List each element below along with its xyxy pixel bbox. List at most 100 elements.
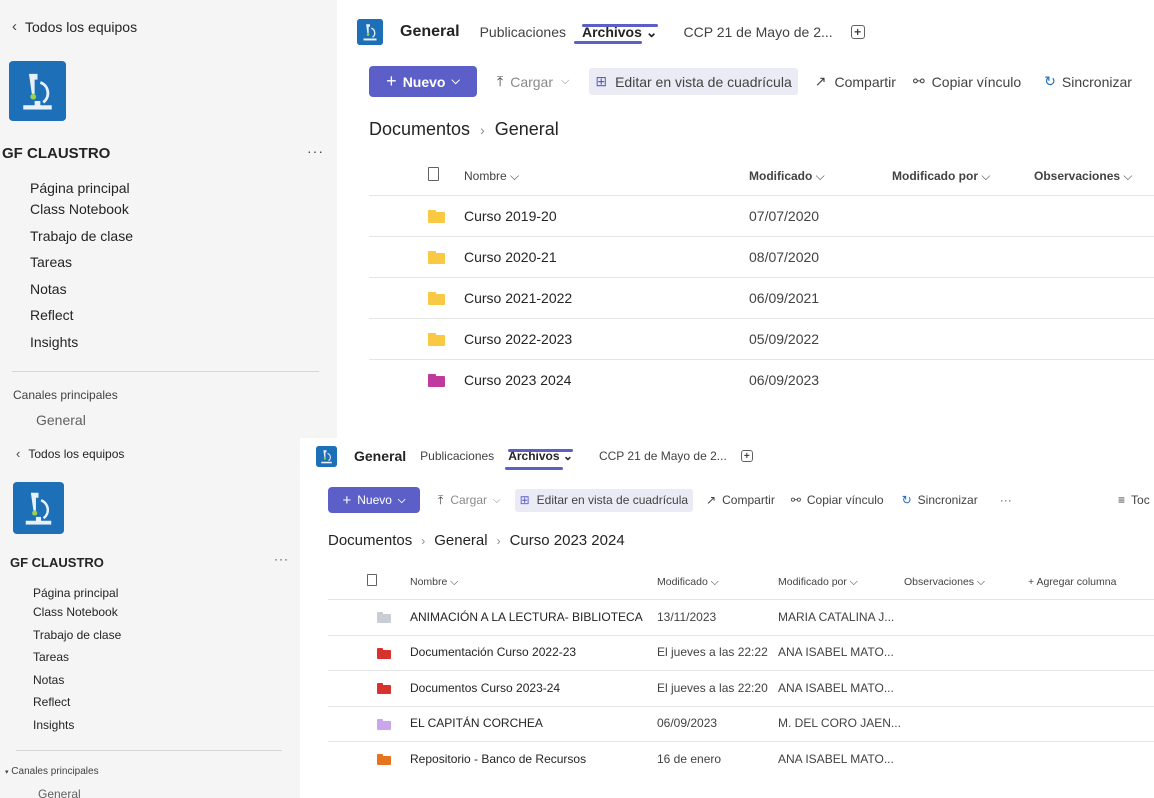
tab-archivos[interactable]: Archivos ⌄ [508,449,573,463]
file-name[interactable]: Repositorio - Banco de Recursos [410,752,586,766]
new-button[interactable]: + Nuevo ⌵ [328,487,420,513]
channels-header[interactable]: ▾ Canales principales [5,766,99,777]
tab-publicaciones[interactable]: Publicaciones [420,449,494,463]
upload-button[interactable]: ⤒ Cargar ⌵ [497,73,569,90]
file-name[interactable]: Curso 2021-2022 [464,290,572,306]
col-modificado[interactable]: Modificado ⌵ [749,169,825,184]
folder-icon [377,612,391,624]
add-column-button[interactable]: + Agregar columna [1028,576,1116,588]
table-row[interactable]: Curso 2023 2024 06/09/2023 [369,359,1154,400]
tab-ccp[interactable]: CCP 21 de Mayo de 2... [599,449,727,463]
channel-title: General [354,448,407,464]
folder-icon [428,333,445,346]
file-name[interactable]: Curso 2023 2024 [464,372,571,388]
table-row[interactable]: Curso 2022-2023 05/09/2022 [369,318,1154,359]
grid-edit-button[interactable]: ⊞ Editar en vista de cuadrícula [589,68,798,95]
file-name[interactable]: Curso 2019-20 [464,208,557,224]
chevron-down-icon: ⌵ [561,75,570,87]
upload-button[interactable]: ⤒ Cargar ⌵ [438,493,501,508]
modified-by: M. DEL CORO JAEN... [778,716,901,731]
channel-general[interactable]: General [38,787,81,798]
table-row[interactable]: Curso 2020-21 08/07/2020 [369,236,1154,277]
back-label: Todos los equipos [25,18,138,35]
breadcrumb-documentos[interactable]: Documentos [369,119,470,140]
sidebar-item-class-notebook[interactable]: Class Notebook [30,200,133,227]
tab-publicaciones[interactable]: Publicaciones [480,24,566,40]
share-button[interactable]: ↗ Compartir [706,493,775,507]
sidebar-item-trabajo-de-clase[interactable]: Trabajo de clase [33,627,121,649]
col-observaciones[interactable]: Observaciones ⌵ [1034,169,1133,184]
channel-general[interactable]: General [36,412,86,428]
grid-icon: ⊞ [595,73,608,89]
folder-icon [377,683,391,695]
file-name[interactable]: Curso 2022-2023 [464,331,572,347]
sidebar-item-tareas[interactable]: Tareas [33,649,121,672]
more-actions-icon[interactable]: ··· [1000,493,1012,507]
breadcrumb-general[interactable]: General [495,119,559,140]
sidebar-item-insights[interactable]: Insights [30,333,133,360]
share-button[interactable]: ↗ Compartir [815,73,896,90]
sync-button[interactable]: ↻ Sincronizar [902,493,978,507]
file-name[interactable]: Documentación Curso 2022-23 [410,645,576,659]
view-options-button[interactable]: ≡ Toc [1118,493,1150,507]
col-nombre[interactable]: Nombre ⌵ [464,169,519,184]
modified-date: 06/09/2021 [749,289,820,306]
bottom-command-bar: + Nuevo ⌵ ⤒ Cargar ⌵ ⊞ Editar en vista d… [328,487,1012,513]
sidebar-item-notas[interactable]: Notas [33,672,121,694]
copy-link-button[interactable]: ⚯ Copiar vínculo [791,493,884,507]
folder-icon [377,647,391,659]
modified-by: ANA ISABEL MATO... [778,645,894,660]
active-tab-indicator [505,467,563,470]
sidebar-item-insights[interactable]: Insights [33,717,121,740]
sidebar-item-class-notebook[interactable]: Class Notebook [33,604,121,627]
add-tab-icon[interactable]: + [850,25,865,39]
breadcrumb-curso[interactable]: Curso 2023 2024 [510,532,625,549]
sidebar-item-reflect[interactable]: Reflect [33,694,121,717]
back-to-teams[interactable]: ‹ Todos los equipos [16,446,124,461]
folder-icon [428,210,445,223]
sidebar-item-notas[interactable]: Notas [30,280,133,306]
breadcrumb-documentos[interactable]: Documentos [328,532,412,549]
new-button[interactable]: + Nuevo ⌵ [369,66,477,97]
table-row[interactable]: Curso 2021-2022 06/09/2021 [369,277,1154,318]
file-icon [367,574,377,586]
tab-archivos[interactable]: Archivos ⌄ [581,23,658,41]
col-nombre[interactable]: Nombre ⌵ [410,576,458,589]
link-icon: ⚯ [790,493,801,507]
file-name[interactable]: ANIMACIÓN A LA LECTURA- BIBLIOTECA [410,610,643,624]
bottom-main: General Publicaciones Archivos ⌄ CCP 21 … [300,438,1154,798]
link-icon: ⚯ [912,73,925,89]
plus-icon: + [386,71,397,91]
chevron-down-icon: ⌵ [493,494,501,506]
table-row[interactable]: ANIMACIÓN A LA LECTURA- BIBLIOTECA 13/11/… [328,599,1154,635]
copy-link-button[interactable]: ⚯ Copiar vínculo [913,73,1021,90]
tab-ccp[interactable]: CCP 21 de Mayo de 2... [684,24,833,40]
col-modificado-por[interactable]: Modificado por ⌵ [778,576,858,589]
grid-edit-button[interactable]: ⊞ Editar en vista de cuadrícula [514,488,694,512]
table-row[interactable]: Curso 2019-20 07/07/2020 [369,195,1154,236]
chevron-down-icon: ⌵ [397,494,406,506]
col-modificado-por[interactable]: Modificado por ⌵ [892,169,990,184]
table-row[interactable]: Repositorio - Banco de Recursos 16 de ene… [328,741,1154,777]
file-name[interactable]: EL CAPITÁN CORCHEA [410,716,543,730]
file-name[interactable]: Documentos Curso 2023-24 [410,681,560,695]
sidebar-divider [12,371,319,372]
table-row[interactable]: EL CAPITÁN CORCHEA 06/09/2023 M. DEL CORO … [328,705,1154,742]
sidebar-item-trabajo-de-clase[interactable]: Trabajo de clase [30,227,133,253]
channels-header[interactable]: Canales principales [13,388,118,402]
table-row[interactable]: Documentos Curso 2023-24 El jueves a las … [328,670,1154,706]
team-more-icon[interactable]: ··· [307,143,324,159]
sync-icon: ↻ [901,493,912,507]
col-modificado[interactable]: Modificado ⌵ [657,576,719,589]
back-to-teams[interactable]: ‹ Todos los equipos [12,18,137,35]
sync-button[interactable]: ↻ Sincronizar [1044,73,1132,90]
add-tab-icon[interactable]: + [740,450,753,462]
breadcrumb-general[interactable]: General [434,532,487,549]
caret-down-icon: ▾ [5,769,9,776]
col-observaciones[interactable]: Observaciones ⌵ [904,576,985,589]
sidebar-item-tareas[interactable]: Tareas [30,253,133,280]
table-row[interactable]: Documentación Curso 2022-23 El jueves a l… [328,634,1154,671]
sidebar-item-reflect[interactable]: Reflect [30,306,133,333]
team-more-icon[interactable]: ··· [274,552,289,566]
file-name[interactable]: Curso 2020-21 [464,249,557,265]
